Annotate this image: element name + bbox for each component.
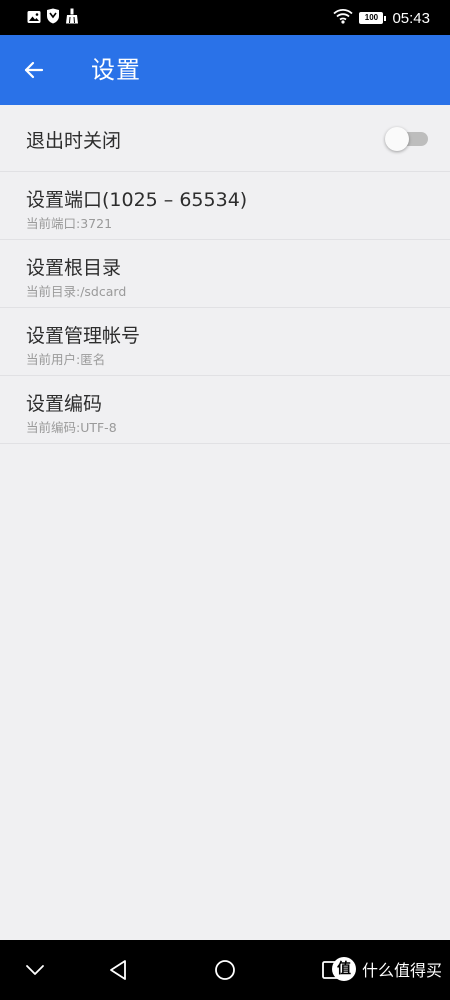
home-circle-icon (215, 960, 235, 980)
setting-admin-account-label: 设置管理帐号 (26, 325, 141, 347)
status-notification-icons (27, 8, 79, 28)
setting-port[interactable]: 设置端口(1025 – 65534) 当前端口:3721 (0, 172, 450, 240)
setting-port-label: 设置端口(1025 – 65534) (26, 189, 248, 211)
setting-encoding[interactable]: 设置编码 当前编码:UTF-8 (0, 376, 450, 444)
chevron-down-icon (26, 965, 44, 975)
setting-root-dir-label: 设置根目录 (26, 257, 122, 279)
setting-admin-account[interactable]: 设置管理帐号 当前用户:匿名 (0, 308, 450, 376)
setting-root-dir[interactable]: 设置根目录 当前目录:/sdcard (0, 240, 450, 308)
shield-icon (46, 8, 60, 28)
setting-encoding-value: 当前编码:UTF-8 (26, 420, 117, 435)
setting-exit-close-label: 退出时关闭 (26, 130, 122, 152)
setting-port-value: 当前端口:3721 (26, 216, 113, 231)
status-system-icons: 100 05:43 (333, 8, 430, 28)
page-title: 设置 (91, 56, 141, 84)
nav-collapse-button[interactable] (20, 955, 50, 985)
nav-back-button[interactable] (103, 955, 133, 985)
system-nav-bar: 值 什么值得买 (0, 940, 450, 1000)
watermark-logo: 值 (331, 957, 356, 981)
app-bar: 设置 (0, 35, 450, 105)
battery-level: 100 (359, 12, 384, 24)
exit-close-toggle[interactable] (385, 127, 428, 151)
status-bar: 100 05:43 (0, 0, 450, 35)
battery-icon: 100 (359, 11, 387, 25)
setting-admin-account-value: 当前用户:匿名 (26, 352, 106, 367)
wifi-icon (333, 8, 354, 28)
setting-exit-close[interactable]: 退出时关闭 (0, 105, 450, 172)
setting-encoding-label: 设置编码 (26, 393, 103, 415)
settings-list: 退出时关闭 设置端口(1025 – 65534) 当前端口:3721 设置根目录… (0, 105, 450, 444)
toggle-thumb (385, 127, 409, 151)
setting-root-dir-value: 当前目录:/sdcard (26, 284, 127, 299)
watermark-text: 什么值得买 (361, 961, 442, 980)
broom-icon (65, 8, 79, 28)
image-icon (27, 9, 41, 28)
back-triangle-icon (110, 960, 126, 980)
back-button[interactable] (14, 50, 54, 90)
nav-home-button[interactable] (210, 955, 240, 985)
status-time: 05:43 (392, 9, 430, 27)
watermark: 值 什么值得买 (331, 957, 442, 981)
arrow-back-icon (24, 61, 44, 79)
